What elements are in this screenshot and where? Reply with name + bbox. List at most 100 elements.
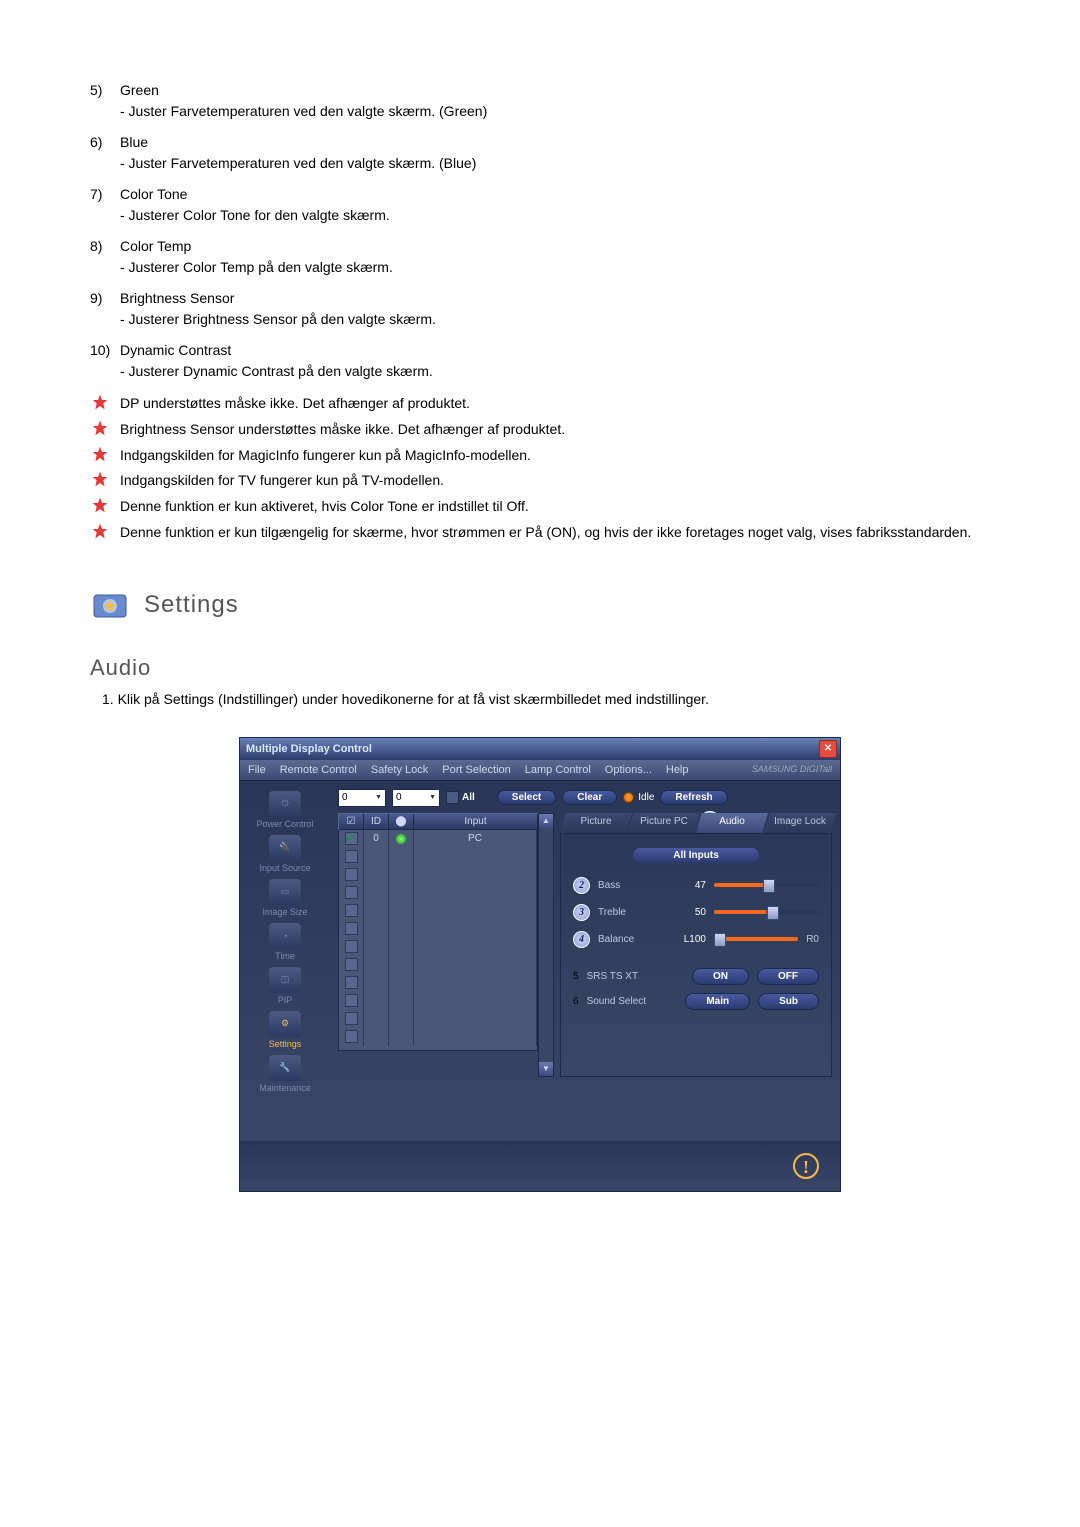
list-item: 8)Color Temp - Justerer Color Temp på de…	[90, 236, 990, 278]
tab-picture[interactable]: Picture	[560, 813, 632, 833]
settings-icon	[90, 585, 130, 625]
menu-help[interactable]: Help	[666, 764, 689, 776]
menu-remote[interactable]: Remote Control	[280, 764, 357, 776]
dropdown-value: 0	[396, 792, 402, 803]
star-icon	[92, 446, 108, 462]
note-item: Denne funktion er kun aktiveret, hvis Co…	[90, 495, 990, 519]
status-dot-icon	[396, 834, 406, 844]
numbered-list: 5)Green - Juster Farvetemperaturen ved d…	[90, 80, 990, 382]
balance-r-value: R0	[806, 934, 819, 945]
sidebar-item-time[interactable]: ◔Time	[269, 923, 301, 961]
sidebar-item-label: PIP	[278, 995, 293, 1005]
callout-6: 6	[573, 996, 579, 1007]
sidebar-item-label: Input Source	[259, 863, 310, 873]
table-body: 0 PC	[338, 830, 538, 1051]
refresh-button[interactable]: Refresh	[660, 790, 727, 805]
select-button[interactable]: Select	[497, 790, 556, 805]
dropdown-from[interactable]: 0▼	[338, 789, 386, 807]
list-item: 9)Brightness Sensor - Justerer Brightnes…	[90, 288, 990, 330]
sidebar-item-settings[interactable]: ⚙Settings	[269, 1011, 302, 1049]
toolbar: 0▼ 0▼ All Select Clear Idle Refresh	[338, 789, 832, 807]
sound-sub-button[interactable]: Sub	[758, 993, 819, 1010]
treble-value: 50	[676, 907, 706, 918]
scroll-up-icon[interactable]: ▲	[539, 814, 553, 828]
sidebar-item-label: Power Control	[256, 819, 313, 829]
info-icon[interactable]: !	[792, 1152, 820, 1180]
item-number: 10)	[90, 340, 120, 361]
all-inputs-button[interactable]: All Inputs	[633, 848, 759, 863]
sidebar-item-label: Maintenance	[259, 1083, 311, 1093]
close-icon[interactable]: ✕	[819, 740, 837, 758]
treble-slider[interactable]	[714, 910, 819, 914]
row-input: PC	[414, 830, 537, 848]
menubar: File Remote Control Safety Lock Port Sel…	[240, 760, 840, 781]
table-row	[339, 1010, 537, 1028]
scroll-track[interactable]	[539, 828, 553, 1062]
main-area: 0▼ 0▼ All Select Clear Idle Refresh ☑ ID…	[330, 781, 840, 1141]
checkbox-icon	[345, 850, 358, 863]
checkbox-icon	[345, 1030, 358, 1043]
slider-thumb[interactable]	[767, 906, 779, 920]
menu-lamp[interactable]: Lamp Control	[525, 764, 591, 776]
note-text: Denne funktion er kun aktiveret, hvis Co…	[120, 498, 529, 514]
idle-status: Idle	[623, 792, 654, 803]
table-row	[339, 848, 537, 866]
col-input: Input	[414, 814, 538, 830]
table-row	[339, 938, 537, 956]
balance-row: 4 Balance L100 R0	[573, 931, 819, 948]
clear-button[interactable]: Clear	[562, 790, 617, 805]
balance-l-value: L100	[676, 934, 706, 945]
sidebar-item-label: Time	[275, 951, 295, 961]
table-row	[339, 992, 537, 1010]
srs-on-button[interactable]: ON	[692, 968, 749, 985]
bass-slider[interactable]	[714, 883, 819, 887]
note-item: Denne funktion er kun tilgængelig for sk…	[90, 521, 990, 545]
menu-options[interactable]: Options...	[605, 764, 652, 776]
audio-heading: Audio	[90, 655, 990, 681]
item-desc: - Justerer Color Tone for den valgte skæ…	[120, 205, 990, 226]
item-number: 5)	[90, 80, 120, 101]
item-desc: - Justerer Brightness Sensor på den valg…	[120, 309, 990, 330]
slider-thumb[interactable]	[714, 933, 726, 947]
all-checkbox[interactable]: All	[446, 791, 475, 804]
col-check-icon: ☑	[339, 814, 364, 830]
image-size-icon: ▭	[269, 879, 301, 905]
menu-file[interactable]: File	[248, 764, 266, 776]
row-check[interactable]	[339, 830, 364, 848]
sidebar-item-power[interactable]: ⏻Power Control	[256, 791, 313, 829]
checkbox-icon	[345, 1012, 358, 1025]
balance-slider[interactable]	[714, 937, 798, 941]
sidebar-item-image-size[interactable]: ▭Image Size	[262, 879, 307, 917]
tab-audio[interactable]: Audio	[696, 813, 768, 833]
sidebar-item-pip[interactable]: ◫PIP	[269, 967, 301, 1005]
bass-row: 2 Bass 47	[573, 877, 819, 894]
slider-thumb[interactable]	[763, 879, 775, 893]
item-desc: - Juster Farvetemperaturen ved den valgt…	[120, 153, 990, 174]
menu-port[interactable]: Port Selection	[442, 764, 510, 776]
bass-value: 47	[676, 880, 706, 891]
sidebar-item-input[interactable]: 🔌Input Source	[259, 835, 310, 873]
srs-off-button[interactable]: OFF	[757, 968, 819, 985]
srs-row: 5 SRS TS XT ON OFF	[573, 968, 819, 985]
table-row	[339, 884, 537, 902]
sound-main-button[interactable]: Main	[685, 993, 750, 1010]
checkbox-icon	[345, 832, 358, 845]
dropdown-to[interactable]: 0▼	[392, 789, 440, 807]
tab-image-lock[interactable]: Image Lock	[764, 813, 836, 833]
star-icon	[92, 471, 108, 487]
chevron-down-icon: ▼	[375, 794, 382, 801]
bass-label: Bass	[598, 880, 668, 891]
menu-safety[interactable]: Safety Lock	[371, 764, 428, 776]
scrollbar[interactable]: ▲ ▼	[538, 813, 554, 1077]
tab-picture-pc[interactable]: Picture PC	[628, 813, 700, 833]
titlebar: Multiple Display Control ✕	[240, 738, 840, 760]
idle-label: Idle	[638, 792, 654, 803]
scroll-down-icon[interactable]: ▼	[539, 1062, 553, 1076]
table-row	[339, 866, 537, 884]
checkbox-icon	[345, 958, 358, 971]
content-wrap: ☑ ID ⬤ Input 0 PC	[338, 813, 832, 1077]
sidebar-item-maintenance[interactable]: 🔧Maintenance	[259, 1055, 311, 1093]
table-row	[339, 902, 537, 920]
callout-3: 3	[573, 904, 590, 921]
table-row[interactable]: 0 PC	[339, 830, 537, 848]
